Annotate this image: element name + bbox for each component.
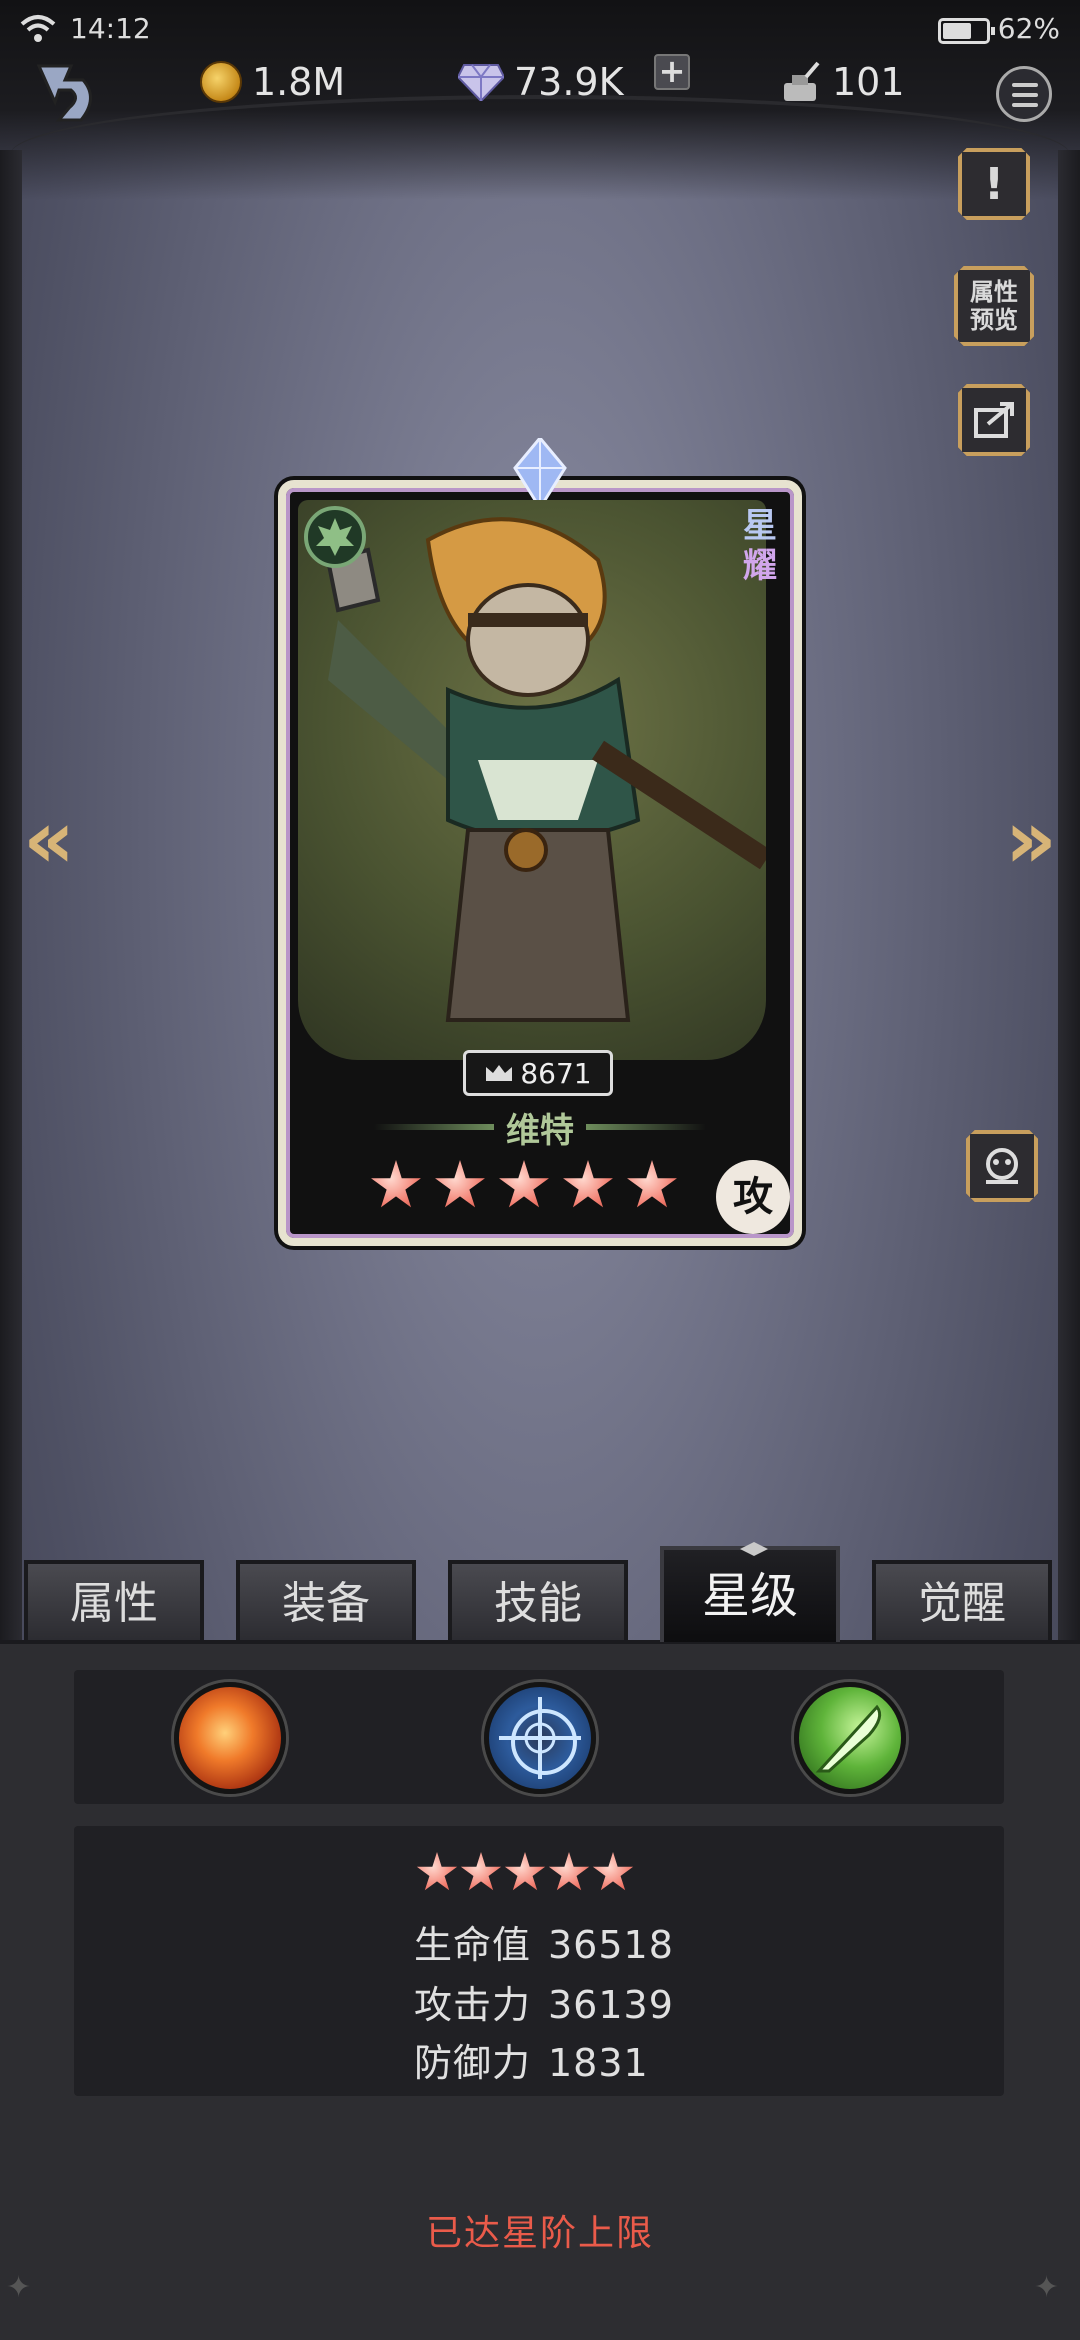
- star-icon: [499, 1160, 549, 1208]
- gold-coin-icon: [200, 61, 242, 103]
- corner-ornament-right-icon: ✦: [1034, 2270, 1060, 2305]
- detail-tabs: 属性 装备 技能 星级 觉醒: [24, 1546, 1064, 1646]
- rarity-tag: 星 耀: [738, 506, 782, 586]
- max-star-message: 已达星阶上限: [425, 2213, 654, 2254]
- voice-lines-button[interactable]: [966, 1130, 1038, 1202]
- menu-button[interactable]: [996, 66, 1052, 122]
- gem-icon: [458, 64, 504, 101]
- stat-attack-value: 36139: [548, 1983, 674, 2027]
- star-icon: [504, 1852, 546, 1891]
- star-icon: [563, 1160, 613, 1208]
- tab-attributes[interactable]: 属性: [24, 1560, 204, 1640]
- crystal-icon: [513, 438, 567, 508]
- ink-amount: 101: [832, 60, 905, 104]
- rarity-tag-char-2: 耀: [743, 546, 777, 586]
- stat-attack-label: 攻击力: [414, 1983, 532, 2027]
- gem-display: 73.9K: [458, 60, 624, 104]
- hero-illustration: [325, 517, 766, 1022]
- crown-icon: [486, 1065, 513, 1081]
- gold-amount: 1.8M: [252, 60, 346, 104]
- attribute-preview-button[interactable]: 属性 预览: [954, 266, 1034, 346]
- share-icon: [974, 402, 1014, 438]
- battery-percent: 62%: [997, 12, 1060, 45]
- stat-defense-label: 防御力: [414, 2041, 532, 2085]
- forest-faction-icon: [304, 506, 366, 568]
- add-gems-button[interactable]: +: [654, 54, 690, 90]
- star-icon: [627, 1160, 677, 1208]
- tab-equipment[interactable]: 装备: [236, 1560, 416, 1640]
- stats-star-rating: [416, 1852, 634, 1894]
- combat-power: 8671: [463, 1050, 613, 1096]
- star-icon: [416, 1852, 458, 1891]
- next-hero-arrow-icon[interactable]: »: [996, 790, 1066, 890]
- status-bar: 14:12 62%: [20, 10, 1060, 50]
- status-time: 14:12: [70, 12, 151, 45]
- card-star-rating: [370, 1160, 678, 1212]
- wifi-icon: [20, 15, 56, 42]
- battery-icon: [938, 18, 995, 44]
- hero-name: 维特: [506, 1111, 574, 1151]
- star-icon: [460, 1852, 502, 1891]
- attr-preview-label-2: 预览: [970, 306, 1018, 334]
- fire-swirl-icon[interactable]: [174, 1682, 286, 1794]
- role-badge: 攻: [716, 1160, 790, 1234]
- green-blade-icon[interactable]: [794, 1682, 906, 1794]
- stat-hp-label: 生命值: [414, 1923, 532, 1967]
- share-button[interactable]: [958, 384, 1030, 456]
- attr-preview-label-1: 属性: [970, 278, 1018, 306]
- tab-star-level[interactable]: 星级: [660, 1546, 840, 1642]
- combat-power-value: 8671: [520, 1056, 592, 1090]
- stat-hp-value: 36518: [548, 1923, 674, 1967]
- currency-bar: 1.8M 73.9K 101: [0, 48, 1080, 122]
- star-icon: [592, 1852, 634, 1891]
- hero-card[interactable]: 星 耀 8671 维特 攻: [278, 438, 802, 1246]
- star-icon: [371, 1160, 421, 1208]
- gem-amount: 73.9K: [514, 60, 624, 104]
- inkwell-icon: [784, 61, 820, 101]
- stat-attack: 攻击力 36139: [414, 1974, 674, 2029]
- crosshair-icon[interactable]: [484, 1682, 596, 1794]
- tab-skills[interactable]: 技能: [448, 1560, 628, 1640]
- alert-button[interactable]: !: [958, 148, 1030, 220]
- stat-defense: 防御力 1831: [414, 2032, 649, 2087]
- corner-ornament-left-icon: ✦: [6, 2270, 32, 2305]
- back-arrow-icon[interactable]: [25, 58, 105, 128]
- tab-awakening[interactable]: 觉醒: [872, 1560, 1052, 1640]
- mask-icon: [986, 1148, 1018, 1184]
- star-icon: [435, 1160, 485, 1208]
- stat-defense-value: 1831: [548, 2041, 649, 2085]
- rarity-tag-char-1: 星: [743, 506, 777, 546]
- alert-icon: !: [983, 158, 1005, 210]
- gold-display: 1.8M: [200, 60, 345, 104]
- previous-hero-arrow-icon[interactable]: «: [14, 790, 84, 890]
- hero-portrait: [298, 500, 766, 1060]
- star-icon: [548, 1852, 590, 1891]
- ink-display: 101: [780, 60, 905, 104]
- stat-hp: 生命值 36518: [414, 1914, 674, 1969]
